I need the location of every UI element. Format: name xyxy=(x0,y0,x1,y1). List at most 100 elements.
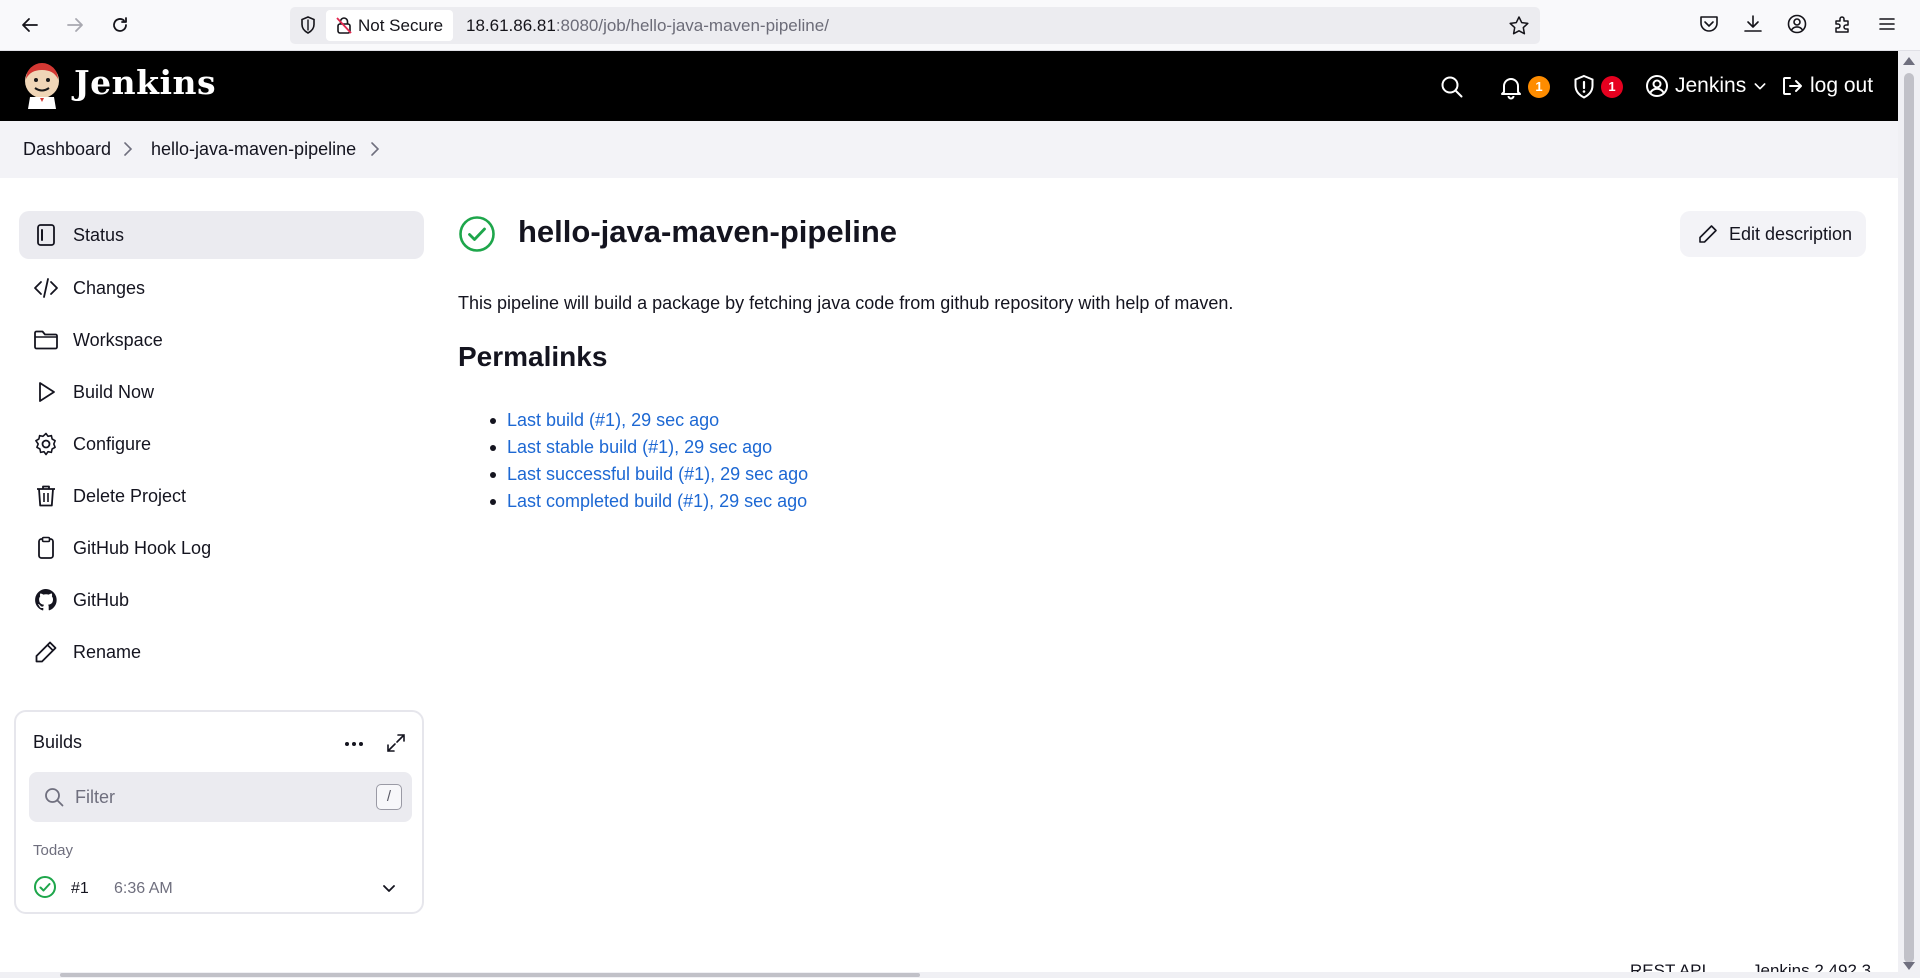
not-secure-label: Not Secure xyxy=(358,16,444,35)
downloads-button[interactable] xyxy=(1742,13,1766,37)
sidebar-item-label: GitHub xyxy=(73,589,130,610)
vertical-scrollbar[interactable] xyxy=(1898,51,1920,978)
success-status-icon xyxy=(459,216,495,252)
edit-description-label: Edit description xyxy=(1729,223,1853,244)
sidebar-item-configure[interactable]: Configure xyxy=(19,420,424,468)
list-item: Last stable build (#1), 29 sec ago xyxy=(490,434,808,461)
chevron-right-icon xyxy=(124,142,133,156)
builds-group-label: Today xyxy=(33,842,74,859)
chevron-down-icon[interactable] xyxy=(380,879,398,897)
pencil-icon xyxy=(35,641,57,663)
scrollbar-thumb[interactable] xyxy=(60,973,920,977)
back-arrow-icon xyxy=(22,18,38,32)
menu-button[interactable] xyxy=(1876,13,1900,37)
build-row[interactable]: #1 6:36 AM xyxy=(29,870,412,906)
jenkins-brand[interactable]: Jenkins xyxy=(74,63,216,102)
account-button[interactable] xyxy=(1786,13,1810,37)
more-options-icon[interactable] xyxy=(342,732,366,756)
user-name: Jenkins xyxy=(1675,74,1747,97)
insecure-lock-icon xyxy=(336,17,352,34)
address-bar[interactable]: Not Secure 18.61.86.81:8080/job/hello-ja… xyxy=(290,7,1540,44)
sidebar-item-label: Build Now xyxy=(73,381,155,402)
sidebar-item-label: Status xyxy=(73,224,125,245)
url-path: :8080/job/hello-java-maven-pipeline/ xyxy=(555,16,829,35)
notifications-badge[interactable]: 1 xyxy=(1528,76,1550,98)
keyboard-shortcut-hint: / xyxy=(376,784,402,810)
user-icon xyxy=(1646,75,1668,97)
logout-icon xyxy=(1783,77,1802,95)
extensions-button[interactable] xyxy=(1832,13,1856,37)
security-badge[interactable]: 1 xyxy=(1601,76,1623,98)
sidebar-item-github-hook-log[interactable]: GitHub Hook Log xyxy=(19,524,424,572)
permalink-last-build[interactable]: Last build (#1), 29 sec ago xyxy=(507,410,719,431)
sidebar-item-workspace[interactable]: Workspace xyxy=(19,316,424,364)
breadcrumb-job[interactable]: hello-java-maven-pipeline xyxy=(151,139,356,160)
jenkins-header: Jenkins 1 1 Jenkins log out xyxy=(0,51,1898,121)
play-icon xyxy=(39,382,55,402)
breadcrumb-dashboard[interactable]: Dashboard xyxy=(23,139,111,160)
puzzle-icon xyxy=(1835,16,1849,33)
sidebar-item-label: Changes xyxy=(73,277,146,298)
url-text[interactable]: 18.61.86.81:8080/job/hello-java-maven-pi… xyxy=(466,7,829,44)
permalinks-heading: Permalinks xyxy=(458,341,608,372)
code-icon xyxy=(34,278,58,298)
build-time: 6:36 AM xyxy=(114,880,173,897)
sidebar-item-status[interactable]: Status xyxy=(19,211,424,259)
account-icon xyxy=(1787,14,1807,34)
tracking-shield-icon[interactable] xyxy=(298,15,318,35)
reload-button[interactable] xyxy=(107,12,133,38)
jenkins-logo-icon[interactable] xyxy=(22,61,62,111)
not-secure-indicator[interactable]: Not Secure xyxy=(326,10,454,41)
horizontal-scrollbar[interactable] xyxy=(0,972,1898,978)
builds-title: Builds xyxy=(33,732,83,752)
list-item: Last build (#1), 29 sec ago xyxy=(490,407,808,434)
scroll-down-arrow-icon[interactable] xyxy=(1903,962,1915,970)
permalink-last-completed-build[interactable]: Last completed build (#1), 29 sec ago xyxy=(507,491,807,512)
download-icon xyxy=(1744,15,1762,32)
sidebar-item-changes[interactable]: Changes xyxy=(19,264,424,312)
scroll-up-arrow-icon[interactable] xyxy=(1903,57,1915,65)
page-title: hello-java-maven-pipeline xyxy=(518,214,897,249)
search-icon[interactable] xyxy=(1439,74,1465,100)
url-host: 18.61.86.81 xyxy=(466,16,556,35)
sidebar-item-label: Delete Project xyxy=(73,485,187,506)
sidebar-item-rename[interactable]: Rename xyxy=(19,628,424,676)
sidebar-item-delete-project[interactable]: Delete Project xyxy=(19,472,424,520)
pocket-button[interactable] xyxy=(1698,13,1722,37)
scrollbar-thumb[interactable] xyxy=(1904,73,1914,963)
sidebar-item-build-now[interactable]: Build Now xyxy=(19,368,424,416)
permalinks-list: Last build (#1), 29 sec ago Last stable … xyxy=(490,407,808,515)
permalink-last-successful-build[interactable]: Last successful build (#1), 29 sec ago xyxy=(507,464,808,485)
breadcrumb: Dashboard hello-java-maven-pipeline xyxy=(0,121,1898,178)
hamburger-icon xyxy=(1879,18,1895,30)
bullet xyxy=(490,498,496,505)
forward-button[interactable] xyxy=(62,12,88,38)
forward-arrow-icon xyxy=(67,18,83,32)
build-number[interactable]: #1 xyxy=(71,880,89,898)
reload-icon xyxy=(113,17,127,32)
success-check-icon xyxy=(34,876,56,898)
bullet xyxy=(490,444,496,451)
bell-icon[interactable] xyxy=(1498,74,1524,100)
builds-filter[interactable]: / xyxy=(29,772,412,822)
edit-description-button[interactable]: Edit description xyxy=(1680,211,1866,257)
user-menu[interactable]: Jenkins xyxy=(1645,71,1768,101)
trash-icon xyxy=(37,485,55,507)
builds-panel: Builds / Today #1 6:36 AM xyxy=(14,710,424,914)
expand-icon[interactable] xyxy=(385,732,407,754)
bookmark-star-icon[interactable] xyxy=(1508,15,1530,37)
list-item: Last successful build (#1), 29 sec ago xyxy=(490,461,808,488)
search-icon xyxy=(45,788,64,807)
job-description: This pipeline will build a package by fe… xyxy=(458,293,1234,313)
folder-icon xyxy=(34,330,58,350)
logout-link[interactable]: log out xyxy=(1780,71,1873,101)
sidebar-item-label: Configure xyxy=(73,433,152,454)
back-button[interactable] xyxy=(17,12,43,38)
security-shield-icon[interactable] xyxy=(1571,74,1597,100)
logout-label: log out xyxy=(1810,74,1874,97)
chevron-right-icon[interactable] xyxy=(368,140,382,158)
permalink-last-stable-build[interactable]: Last stable build (#1), 29 sec ago xyxy=(507,437,772,458)
filter-input[interactable] xyxy=(75,772,345,822)
sidebar-item-github[interactable]: GitHub xyxy=(19,576,424,624)
gear-icon xyxy=(35,432,56,456)
